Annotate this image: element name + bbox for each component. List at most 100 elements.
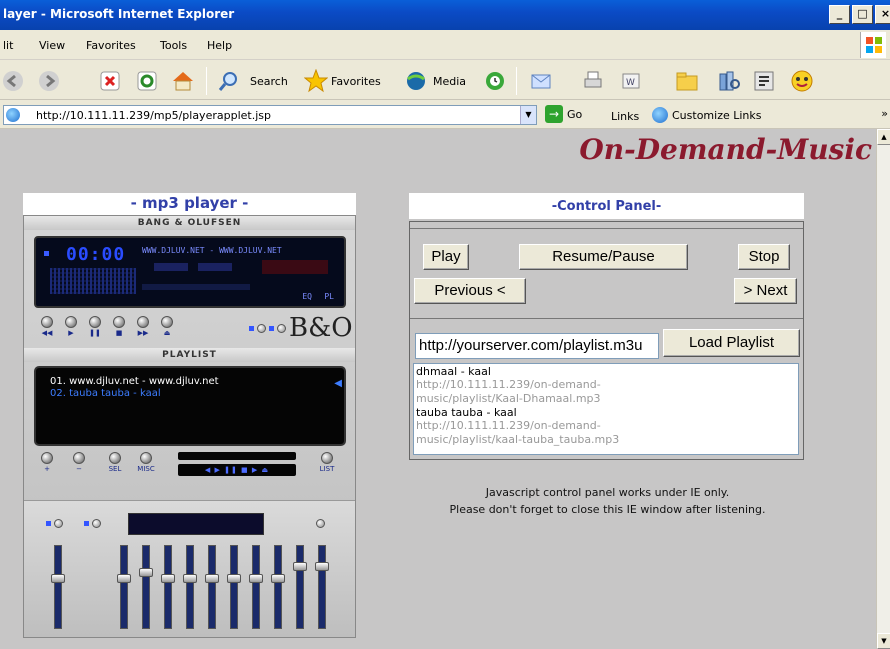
smiley-icon[interactable]	[789, 68, 815, 94]
menu-help[interactable]: Help	[207, 39, 232, 52]
menu-edit[interactable]: lit	[3, 39, 13, 52]
eq-band-slider[interactable]	[205, 545, 219, 629]
resume-pause-button[interactable]: Resume/Pause	[519, 244, 688, 270]
add-button[interactable]: +	[40, 452, 54, 476]
stop-icon: ■	[115, 329, 123, 337]
next-button[interactable]: ▶▶	[136, 316, 150, 340]
search-icon[interactable]	[216, 68, 242, 94]
go-label: Go	[567, 107, 583, 121]
home-icon[interactable]	[170, 68, 196, 94]
next-button[interactable]: > Next	[734, 278, 797, 304]
eq-band-slider[interactable]	[117, 545, 131, 629]
song-title[interactable]: tauba tauba - kaal	[416, 406, 796, 419]
eq-auto-toggle[interactable]	[92, 519, 101, 528]
playlist-scroll-arrow-icon[interactable]: ◀	[334, 378, 342, 389]
eq-band-slider[interactable]	[293, 545, 307, 629]
eq-band-slider[interactable]	[139, 545, 153, 629]
go-button[interactable]: → Go	[545, 105, 582, 123]
player-title: - mp3 player -	[130, 194, 249, 212]
song-path: http://10.111.11.239/on-demand-	[416, 419, 601, 432]
previous-button[interactable]: Previous <	[414, 278, 526, 304]
folder-icon[interactable]	[674, 68, 700, 94]
playlist-seek-bar[interactable]	[178, 452, 296, 460]
select-button[interactable]: SEL	[104, 452, 126, 476]
eq-band-slider[interactable]	[183, 545, 197, 629]
maximize-button[interactable]: □	[852, 5, 873, 24]
scroll-up-icon[interactable]: ▲	[877, 129, 890, 145]
address-input[interactable]: http://10.111.11.239/mp5/playerapplet.js…	[3, 105, 537, 125]
edit-icon[interactable]: W	[618, 68, 644, 94]
history-icon[interactable]	[482, 68, 508, 94]
playlist-item[interactable]: 01. www.djluv.net - www.djluv.net	[50, 376, 219, 387]
play-button[interactable]: ▶	[64, 316, 78, 340]
seek-bar[interactable]	[142, 284, 250, 290]
menu-tools[interactable]: Tools	[160, 39, 187, 52]
mail-icon[interactable]	[528, 68, 554, 94]
play-button[interactable]: Play	[423, 244, 469, 270]
toolbar: Search Favorites Media W	[0, 61, 890, 100]
eq-band-slider[interactable]	[271, 545, 285, 629]
load-playlist-button[interactable]: Load Playlist	[663, 329, 800, 357]
stereo-indicator	[262, 260, 328, 274]
print-icon[interactable]	[580, 68, 606, 94]
refresh-icon[interactable]	[134, 68, 160, 94]
preamp-slider[interactable]	[51, 545, 65, 629]
plus-icon: +	[44, 465, 50, 473]
forward-icon[interactable]	[36, 68, 62, 94]
stop-button[interactable]: ■	[112, 316, 126, 340]
eq-band-slider[interactable]	[227, 545, 241, 629]
playlist-url-input[interactable]: http://yourserver.com/playlist.m3u	[415, 333, 659, 359]
repeat-toggle[interactable]	[277, 324, 286, 333]
menu-view[interactable]: View	[39, 39, 65, 52]
list-button[interactable]: LIST	[316, 452, 338, 476]
playlist-header: PLAYLIST	[24, 348, 355, 362]
menu-bar: lit View Favorites Tools Help	[0, 30, 890, 60]
song-list[interactable]: dhmaal - kaal http://10.111.11.239/on-de…	[413, 363, 799, 455]
eq-on-led-icon	[46, 521, 51, 526]
eq-band-slider[interactable]	[161, 545, 175, 629]
eject-button[interactable]: ⏏	[160, 316, 174, 340]
list-label: LIST	[319, 465, 335, 473]
playlist-item[interactable]: 02. tauba tauba - kaal	[50, 388, 161, 399]
song-title[interactable]: dhmaal - kaal	[416, 365, 796, 378]
note-line: Please don't forget to close this IE win…	[449, 503, 766, 516]
vertical-scrollbar[interactable]: ▲ ▼	[876, 129, 890, 649]
address-url[interactable]: http://10.111.11.239/mp5/playerapplet.js…	[36, 109, 271, 122]
favorites-star-icon[interactable]	[303, 68, 329, 94]
address-bar: http://10.111.11.239/mp5/playerapplet.js…	[0, 101, 890, 129]
media-label[interactable]: Media	[433, 75, 466, 88]
close-button[interactable]: ×	[875, 5, 890, 24]
minimize-button[interactable]: _	[829, 5, 850, 24]
favorites-label[interactable]: Favorites	[331, 75, 381, 88]
shuffle-toggle[interactable]	[257, 324, 266, 333]
search-label[interactable]: Search	[250, 75, 288, 88]
eq-presets-button[interactable]	[316, 519, 325, 528]
stop-icon[interactable]	[97, 68, 123, 94]
links-label[interactable]: Links	[611, 110, 639, 123]
misc-button[interactable]: MISC	[134, 452, 158, 476]
eq-toggle[interactable]: EQ	[302, 292, 312, 301]
pause-button[interactable]: ❚❚	[88, 316, 102, 340]
eq-on-toggle[interactable]	[54, 519, 63, 528]
messenger-icon[interactable]	[751, 68, 777, 94]
eq-band-slider[interactable]	[249, 545, 263, 629]
customize-links-link[interactable]: Customize Links	[652, 107, 762, 123]
research-icon[interactable]	[716, 68, 742, 94]
scroll-down-icon[interactable]: ▼	[877, 633, 890, 649]
kbps-display	[154, 263, 188, 271]
eq-band-slider[interactable]	[315, 545, 329, 629]
pl-toggle[interactable]: PL	[324, 292, 334, 301]
address-dropdown-icon[interactable]: ▼	[520, 106, 536, 124]
remove-button[interactable]: −	[72, 452, 86, 476]
misc-label: MISC	[137, 465, 155, 473]
play-indicator-icon	[44, 251, 49, 256]
media-icon[interactable]	[403, 68, 429, 94]
mini-transport[interactable]: ◀ ▶ ❚❚ ■ ▶ ⏏	[178, 464, 296, 476]
window-controls: _ □ ×	[829, 5, 890, 24]
bo-logo: B&O	[289, 313, 353, 343]
menu-favorites[interactable]: Favorites	[86, 39, 136, 52]
stop-button[interactable]: Stop	[738, 244, 790, 270]
back-icon[interactable]	[0, 68, 26, 94]
previous-button[interactable]: ◀◀	[40, 316, 54, 340]
links-chevron-icon[interactable]: »	[881, 107, 888, 120]
